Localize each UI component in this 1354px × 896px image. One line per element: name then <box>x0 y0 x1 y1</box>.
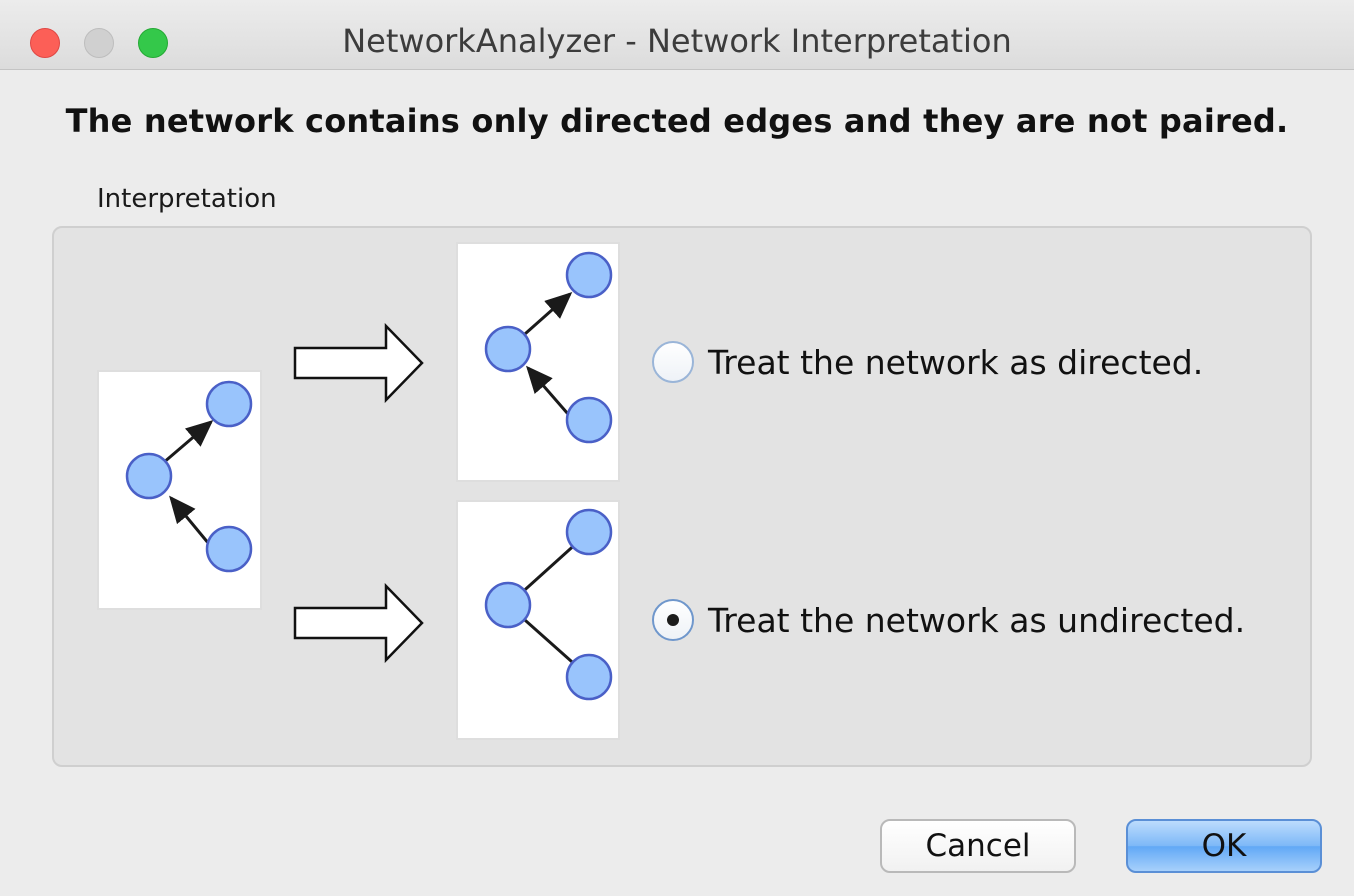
message-text: The network contains only directed edges… <box>65 102 1289 140</box>
undirected-graph-icon <box>484 508 613 701</box>
right-arrow-icon <box>293 583 424 663</box>
title-bar: NetworkAnalyzer - Network Interpretation <box>0 0 1354 70</box>
cancel-button[interactable]: Cancel <box>880 819 1076 873</box>
directed-radio[interactable] <box>652 341 694 383</box>
directed-graph-icon <box>484 251 613 444</box>
right-arrow-icon <box>293 323 424 403</box>
source-graph-card <box>97 370 262 610</box>
directed-option[interactable]: Treat the network as directed. <box>652 339 1203 385</box>
ok-button[interactable]: OK <box>1126 819 1322 873</box>
directed-graph-icon <box>125 380 253 573</box>
undirected-radio[interactable] <box>652 599 694 641</box>
radio-selected-dot <box>667 614 679 626</box>
undirected-option[interactable]: Treat the network as undirected. <box>652 597 1245 643</box>
window-title: NetworkAnalyzer - Network Interpretation <box>342 22 1012 60</box>
interpretation-label: Interpretation <box>97 184 277 214</box>
undirected-graph-card <box>456 500 620 740</box>
undirected-option-label: Treat the network as undirected. <box>708 600 1246 640</box>
directed-option-label: Treat the network as directed. <box>708 342 1204 382</box>
directed-graph-card <box>456 242 620 482</box>
